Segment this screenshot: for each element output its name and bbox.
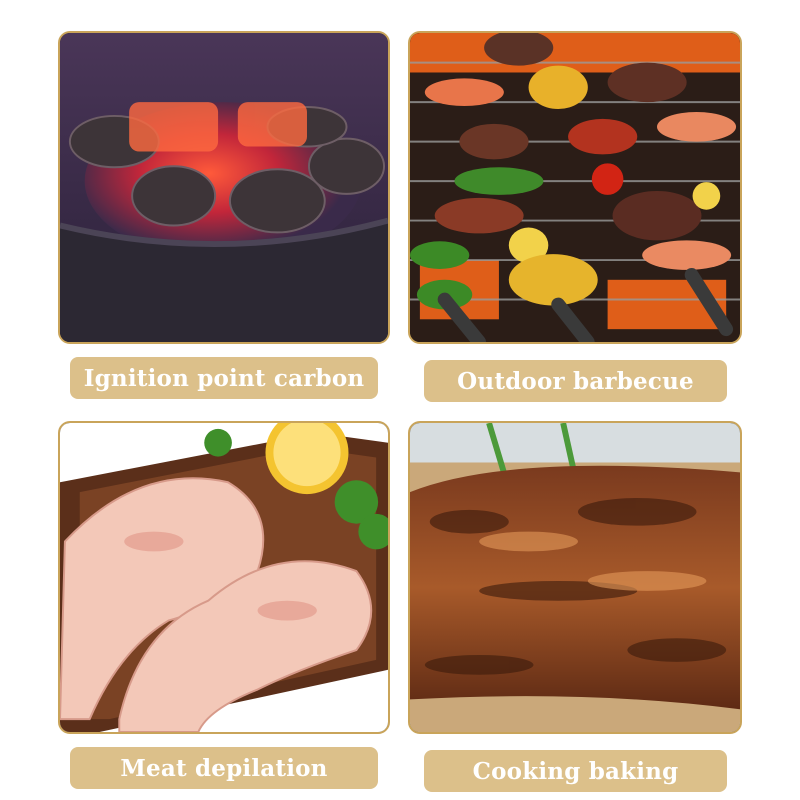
cooking-baking-label: Cooking baking [424, 750, 727, 792]
ignition-carbon-label: Ignition point carbon [70, 357, 378, 399]
trotters-photo-card [58, 421, 390, 734]
grill-skewers-image [410, 33, 740, 342]
pork-trotters-image [60, 423, 388, 732]
grilled-meat-image [410, 423, 740, 732]
meat-depilation-label: Meat depilation [70, 747, 378, 789]
glowing-charcoal-image [60, 33, 388, 342]
charcoal-photo-card [58, 31, 390, 344]
bbq-photo-card [408, 31, 742, 344]
steak-photo-card [408, 421, 742, 734]
outdoor-barbecue-label: Outdoor barbecue [424, 360, 727, 402]
